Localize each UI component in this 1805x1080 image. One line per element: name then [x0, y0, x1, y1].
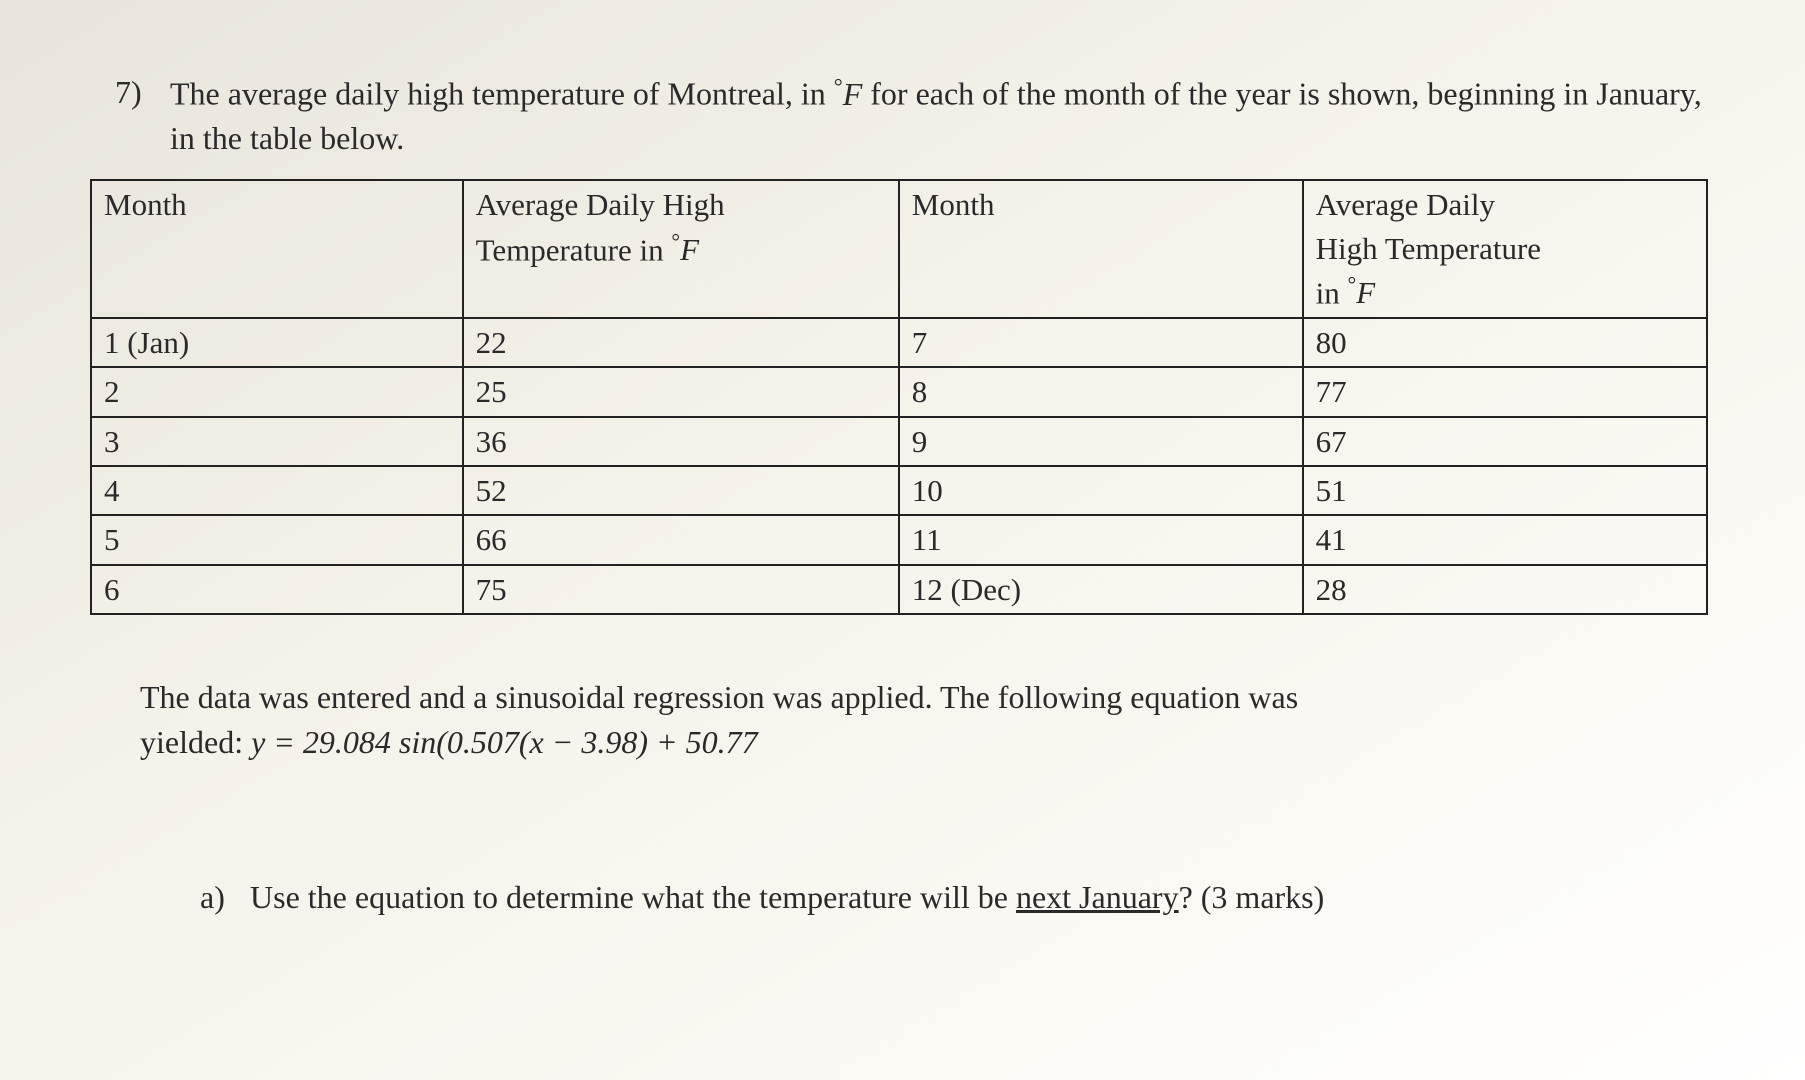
problem-number: 7): [115, 70, 170, 161]
regression-equation: y = 29.084 sin(0.507(x − 3.98) + 50.77: [251, 724, 758, 760]
subpart-a-text: Use the equation to determine what the t…: [250, 875, 1715, 920]
cell-temp-1: 25: [463, 367, 899, 416]
table-row: 1 (Jan)22780: [91, 318, 1707, 367]
cell-month-2: 7: [899, 318, 1303, 367]
header-temp1-degree-symbol: °: [671, 230, 680, 254]
degree-symbol: °: [834, 73, 843, 98]
cell-temp-2: 80: [1303, 318, 1707, 367]
header-temp1-degree-letter: F: [680, 232, 699, 267]
table-row: 225877: [91, 367, 1707, 416]
cell-month-2: 8: [899, 367, 1303, 416]
regression-line1: The data was entered and a sinusoidal re…: [140, 679, 1298, 715]
temperature-table: Month Average Daily High Temperature in …: [90, 179, 1708, 615]
cell-month-1: 6: [91, 565, 463, 614]
header-temp1-line2-pre: Temperature in: [476, 232, 672, 267]
cell-temp-2: 41: [1303, 515, 1707, 564]
header-temp2-line1: Average Daily: [1316, 187, 1495, 222]
cell-month-1: 2: [91, 367, 463, 416]
header-temp2-line2: High Temperature: [1316, 231, 1541, 266]
subpart-a: a) Use the equation to determine what th…: [200, 875, 1715, 920]
cell-temp-2: 51: [1303, 466, 1707, 515]
header-temp1-unit: °F: [671, 232, 699, 267]
cell-temp-1: 22: [463, 318, 899, 367]
table-row: 67512 (Dec)28: [91, 565, 1707, 614]
header-temp2-degree-letter: F: [1356, 275, 1375, 310]
regression-line2-prefix: yielded:: [140, 724, 251, 760]
subpart-a-label: a): [200, 875, 250, 920]
cell-month-2: 11: [899, 515, 1303, 564]
subpart-a-pre: Use the equation to determine what the t…: [250, 879, 1016, 915]
prompt-pre-unit: The average daily high temperature of Mo…: [170, 76, 834, 112]
cell-temp-2: 28: [1303, 565, 1707, 614]
table-row: 336967: [91, 417, 1707, 466]
problem-text: The average daily high temperature of Mo…: [170, 70, 1745, 161]
table-row: 4521051: [91, 466, 1707, 515]
header-temp1-line1: Average Daily High: [476, 187, 725, 222]
cell-temp-1: 75: [463, 565, 899, 614]
table-header-row: Month Average Daily High Temperature in …: [91, 180, 1707, 318]
header-temp2-unit: °F: [1348, 275, 1376, 310]
header-temp-2: Average Daily High Temperature in °F: [1303, 180, 1707, 318]
table-row: 5661141: [91, 515, 1707, 564]
cell-temp-1: 66: [463, 515, 899, 564]
cell-month-1: 3: [91, 417, 463, 466]
header-temp2-line3-pre: in: [1316, 275, 1348, 310]
degree-letter: F: [843, 76, 863, 112]
header-temp2-degree-symbol: °: [1348, 273, 1357, 297]
header-temp-1: Average Daily High Temperature in °F: [463, 180, 899, 318]
header-month-2: Month: [899, 180, 1303, 318]
cell-temp-1: 36: [463, 417, 899, 466]
degree-unit-inline: °F: [834, 76, 863, 112]
cell-month-1: 1 (Jan): [91, 318, 463, 367]
cell-month-2: 9: [899, 417, 1303, 466]
cell-temp-2: 67: [1303, 417, 1707, 466]
subpart-a-underlined: next January: [1016, 879, 1179, 915]
regression-note: The data was entered and a sinusoidal re…: [140, 675, 1715, 765]
cell-month-1: 5: [91, 515, 463, 564]
cell-month-2: 12 (Dec): [899, 565, 1303, 614]
cell-temp-2: 77: [1303, 367, 1707, 416]
subpart-a-post: ? (3 marks): [1179, 879, 1325, 915]
header-month-1: Month: [91, 180, 463, 318]
cell-temp-1: 52: [463, 466, 899, 515]
problem-stem: 7) The average daily high temperature of…: [60, 70, 1745, 161]
cell-month-1: 4: [91, 466, 463, 515]
cell-month-2: 10: [899, 466, 1303, 515]
